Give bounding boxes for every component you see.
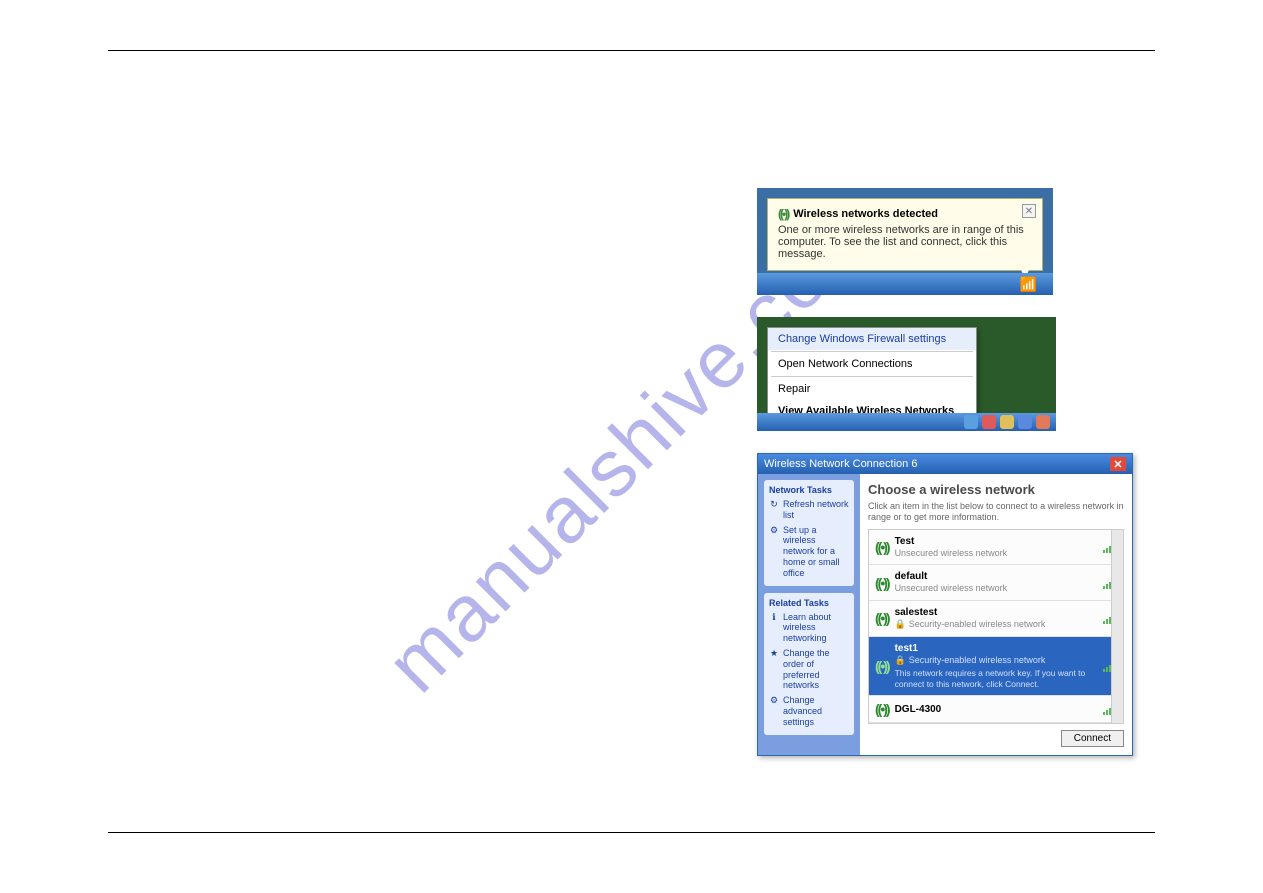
- tray-icon[interactable]: [964, 415, 978, 429]
- tray-icon[interactable]: [1000, 415, 1014, 429]
- network-info: test1 🔒Security-enabled wireless network…: [895, 642, 1097, 691]
- scrollbar[interactable]: [1111, 530, 1123, 724]
- taskbar: 📶: [757, 273, 1053, 295]
- connect-button[interactable]: Connect: [1061, 730, 1124, 747]
- network-item[interactable]: ((•)) salestest 🔒Security-enabled wirele…: [869, 601, 1123, 637]
- balloon-title-text: Wireless networks detected: [793, 208, 938, 220]
- network-item-selected[interactable]: ((•)) test1 🔒Security-enabled wireless n…: [869, 637, 1123, 697]
- divider-top: [108, 50, 1155, 51]
- refresh-link[interactable]: ↻ Refresh network list: [769, 499, 849, 521]
- wifi-icon: ((•)): [875, 539, 889, 555]
- button-row: Connect: [868, 724, 1124, 747]
- wireless-dialog: Wireless Network Connection 6 ✕ Network …: [757, 453, 1133, 756]
- tray-icon[interactable]: [1018, 415, 1032, 429]
- dialog-titlebar[interactable]: Wireless Network Connection 6 ✕: [758, 454, 1132, 474]
- wifi-icon: ((•)): [875, 701, 889, 717]
- network-info: default Unsecured wireless network: [895, 570, 1097, 595]
- network-list: ((•)) Test Unsecured wireless network ((…: [868, 529, 1124, 725]
- context-menu: Change Windows Firewall settings Open Ne…: [767, 327, 977, 423]
- info-icon: ℹ: [769, 612, 779, 644]
- tray-icon[interactable]: [1036, 415, 1050, 429]
- advanced-link[interactable]: ⚙ Change advanced settings: [769, 695, 849, 727]
- learn-link[interactable]: ℹ Learn about wireless networking: [769, 612, 849, 644]
- network-tasks-panel: Network Tasks ↻ Refresh network list ⚙ S…: [764, 480, 854, 586]
- menu-item-firewall[interactable]: Change Windows Firewall settings: [768, 328, 976, 350]
- wifi-icon: ((•)): [875, 658, 889, 674]
- refresh-icon: ↻: [769, 499, 779, 521]
- close-button[interactable]: ✕: [1110, 457, 1126, 471]
- dialog-title: Wireless Network Connection 6: [764, 458, 917, 470]
- tray-icon[interactable]: [982, 415, 996, 429]
- order-link[interactable]: ★ Change the order of preferred networks: [769, 648, 849, 691]
- notification-balloon[interactable]: ✕ ((•)) Wireless networks detected One o…: [767, 198, 1043, 271]
- balloon-body: One or more wireless networks are in ran…: [778, 224, 1032, 260]
- network-item[interactable]: ((•)) DGL-4300: [869, 696, 1123, 723]
- setup-link[interactable]: ⚙ Set up a wireless network for a home o…: [769, 525, 849, 579]
- gear-icon: ⚙: [769, 695, 779, 727]
- dialog-body: Network Tasks ↻ Refresh network list ⚙ S…: [758, 474, 1132, 755]
- dialog-main: Choose a wireless network Click an item …: [860, 474, 1132, 755]
- lock-icon: 🔒: [895, 619, 906, 629]
- lock-icon: 🔒: [895, 655, 906, 665]
- network-item[interactable]: ((•)) Test Unsecured wireless network: [869, 530, 1123, 566]
- balloon-title: ((•)) Wireless networks detected: [778, 207, 1032, 221]
- panel-title: Related Tasks: [769, 598, 849, 608]
- network-info: DGL-4300: [895, 703, 1097, 716]
- wifi-icon: ((•)): [778, 207, 788, 221]
- star-icon: ★: [769, 648, 779, 691]
- taskbar: [757, 413, 1056, 431]
- close-icon[interactable]: ✕: [1022, 204, 1036, 218]
- divider-bottom: [108, 832, 1155, 833]
- wifi-icon: ((•)): [875, 575, 889, 591]
- wifi-icon: ((•)): [875, 610, 889, 626]
- related-tasks-panel: Related Tasks ℹ Learn about wireless net…: [764, 593, 854, 735]
- menu-item-repair[interactable]: Repair: [768, 378, 976, 400]
- menu-separator: [771, 351, 973, 352]
- network-info: salestest 🔒Security-enabled wireless net…: [895, 606, 1097, 631]
- setup-icon: ⚙: [769, 525, 779, 579]
- main-heading: Choose a wireless network: [868, 482, 1124, 497]
- figure-area: ✕ ((•)) Wireless networks detected One o…: [757, 188, 1133, 756]
- menu-item-open-connections[interactable]: Open Network Connections: [768, 353, 976, 375]
- sidebar: Network Tasks ↻ Refresh network list ⚙ S…: [758, 474, 860, 755]
- tray-wifi-icon[interactable]: 📶: [1020, 276, 1037, 293]
- context-menu-container: Change Windows Firewall settings Open Ne…: [757, 317, 1056, 431]
- network-item[interactable]: ((•)) default Unsecured wireless network: [869, 565, 1123, 601]
- panel-title: Network Tasks: [769, 485, 849, 495]
- menu-separator: [771, 376, 973, 377]
- main-subtitle: Click an item in the list below to conne…: [868, 501, 1124, 523]
- notification-balloon-container: ✕ ((•)) Wireless networks detected One o…: [757, 188, 1053, 295]
- network-info: Test Unsecured wireless network: [895, 535, 1097, 560]
